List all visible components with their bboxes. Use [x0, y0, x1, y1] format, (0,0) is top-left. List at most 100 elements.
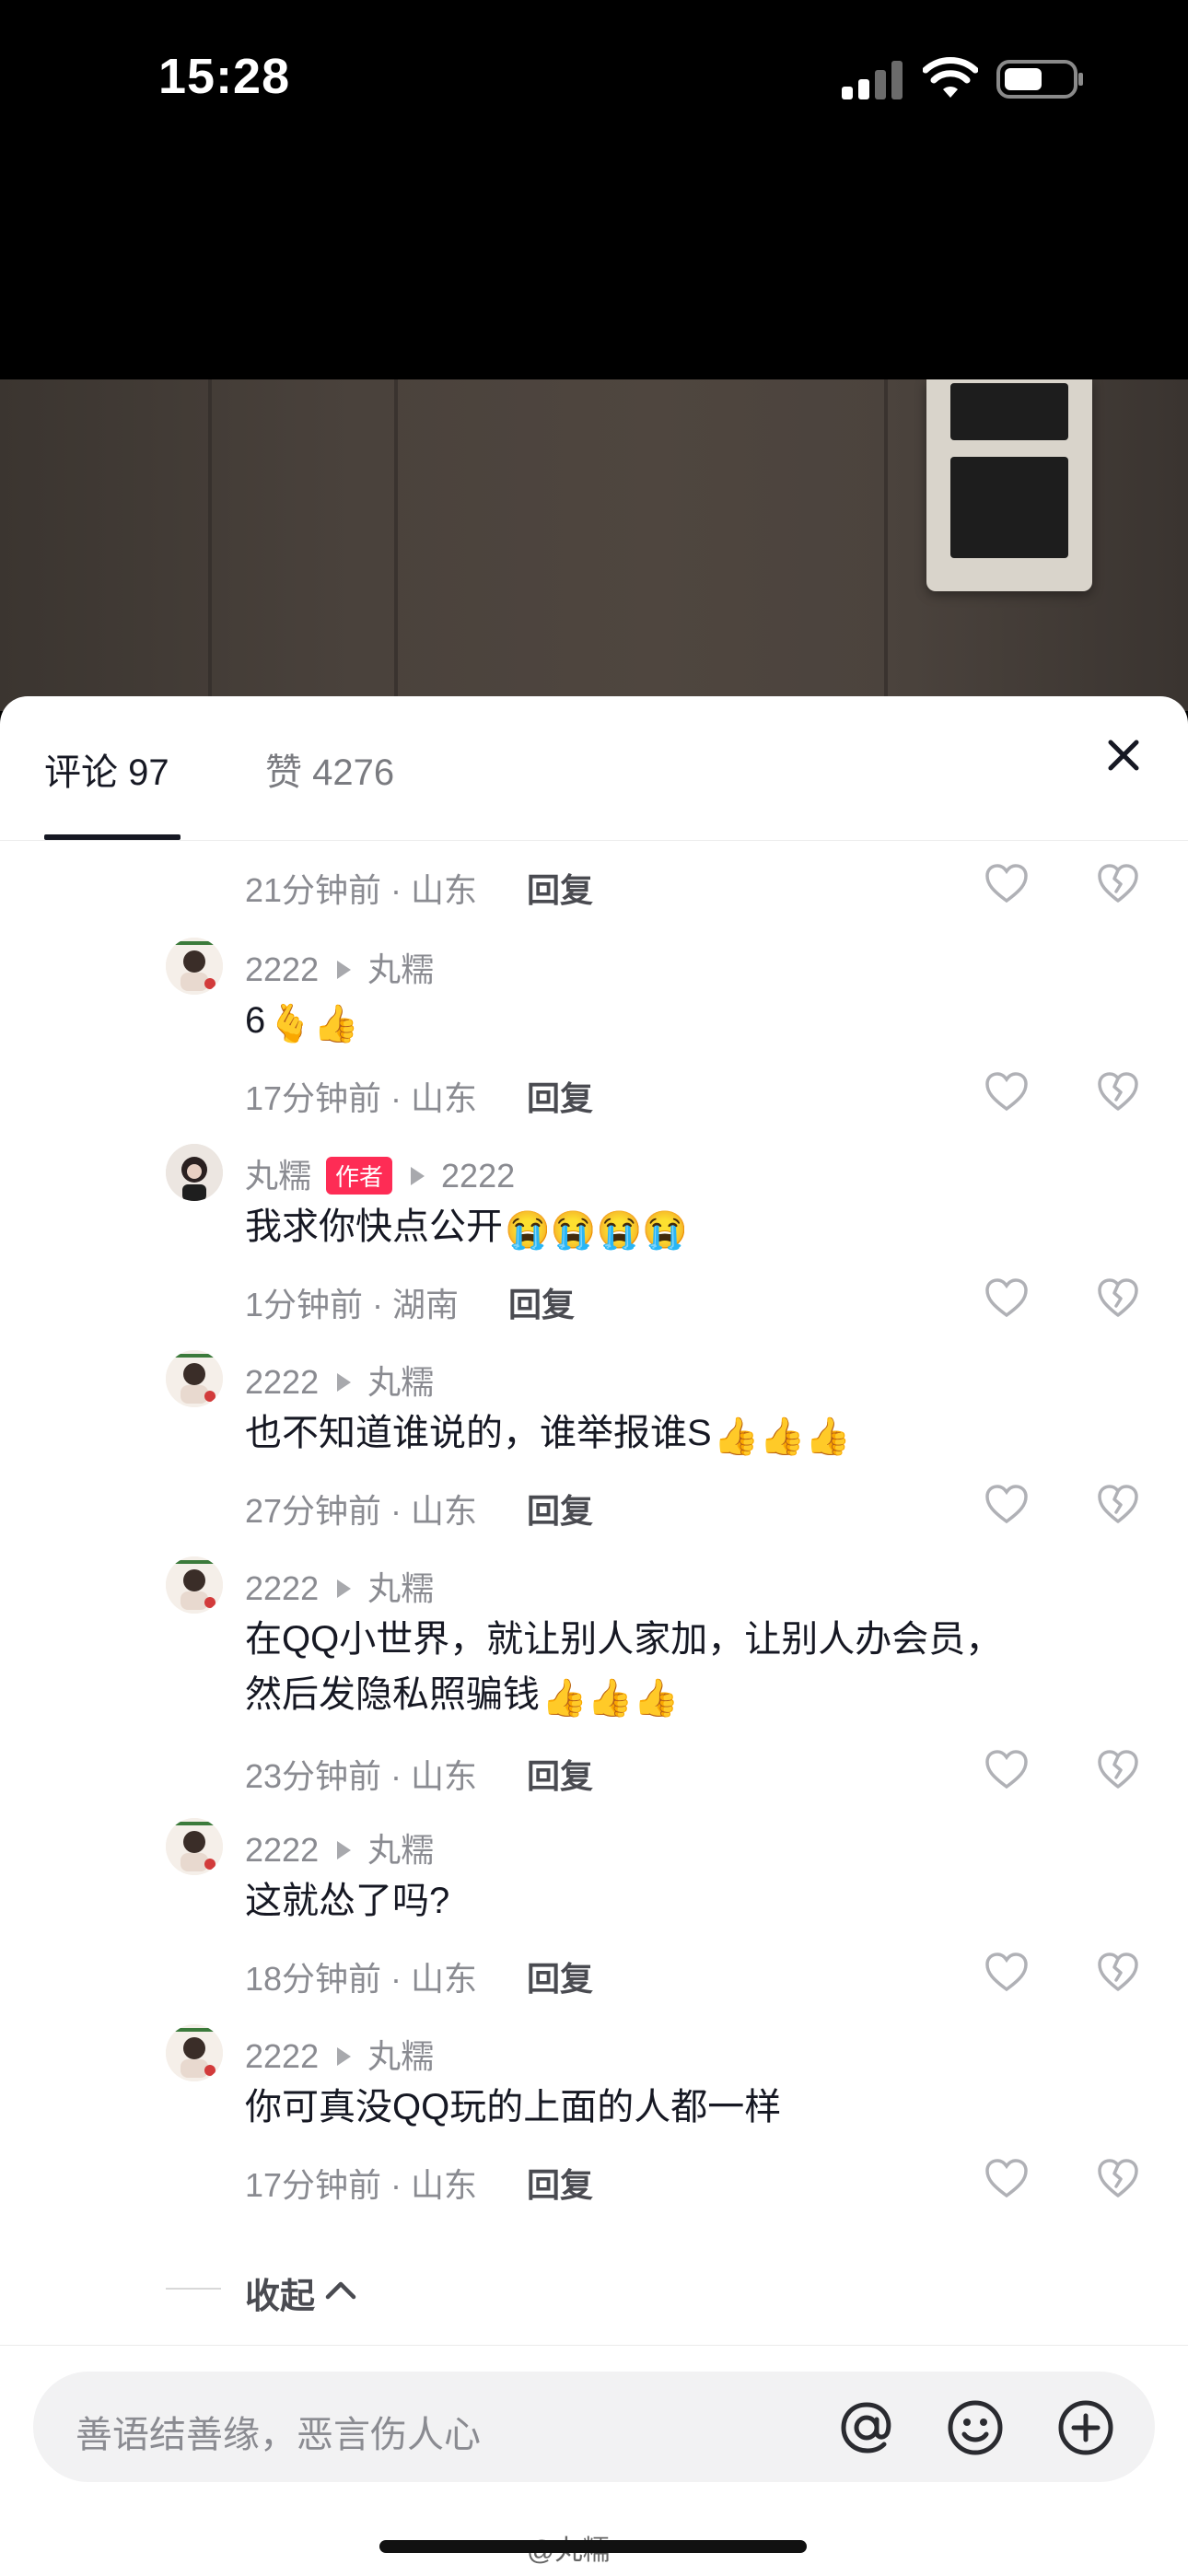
chevron-up-icon	[325, 2281, 356, 2300]
emoji-icon[interactable]	[945, 2397, 1006, 2458]
reply-to-username[interactable]: 丸糯	[367, 2037, 434, 2075]
user-avatar-icon	[166, 938, 223, 995]
comment-time-location: 17分钟前 · 山东	[245, 1079, 478, 1117]
comment-item: 2222 丸糯 你可真没QQ玩的上面的人都一样 17分钟前 · 山东 回复	[0, 2024, 1188, 2227]
comment-body: 也不知道谁说的，谁举报谁S	[245, 1413, 712, 1453]
comment-meta: 丸糯 作者 2222	[245, 1149, 515, 1197]
reply-button[interactable]: 回复	[527, 1952, 593, 2000]
heart-icon[interactable]	[984, 2157, 1030, 2199]
avatar[interactable]	[166, 2024, 223, 2081]
comment-time-location: 1分钟前 · 湖南	[245, 1286, 460, 1323]
broken-heart-icon[interactable]	[1096, 862, 1140, 904]
reply-button[interactable]: 回复	[527, 2159, 593, 2207]
broken-heart-icon[interactable]	[1096, 1748, 1140, 1790]
heart-icon[interactable]	[984, 1483, 1030, 1525]
wall-seam	[884, 379, 888, 711]
reply-button[interactable]: 回复	[527, 1750, 593, 1798]
avatar[interactable]	[166, 1350, 223, 1407]
switch-button	[950, 457, 1068, 558]
wall-seam	[208, 379, 212, 711]
heart-icon[interactable]	[984, 1070, 1030, 1113]
battery-icon	[996, 60, 1083, 99]
reply-arrow-icon	[411, 1167, 425, 1186]
broken-heart-icon[interactable]	[1096, 1276, 1140, 1319]
comment-text: 我求你快点公开😭😭😭😭	[245, 1199, 1111, 1254]
switch-button	[950, 383, 1068, 440]
comment-meta: 2222 丸糯	[245, 1562, 434, 1610]
user-avatar-icon	[166, 1818, 223, 1875]
heart-icon[interactable]	[984, 1276, 1030, 1319]
comment-footer: 1分钟前 · 湖南 回复	[245, 1278, 575, 1326]
cellular-signal-icon	[842, 61, 903, 99]
comment-meta: 2222 丸糯	[245, 2030, 434, 2078]
author-avatar-icon	[166, 1144, 223, 1201]
comment-sheet: 评论 97 赞 4276 21分钟前 · 山东 回复 2222 丸糯 6🫰👍 17分…	[0, 696, 1188, 2576]
comment-username[interactable]: 2222	[245, 2037, 319, 2075]
close-icon[interactable]	[1101, 733, 1146, 777]
reply-arrow-icon	[337, 1373, 352, 1393]
reply-arrow-icon	[337, 1579, 352, 1599]
user-avatar-icon	[166, 2024, 223, 2081]
broken-heart-icon[interactable]	[1096, 1951, 1140, 1993]
collapse-label: 收起	[245, 2278, 316, 2316]
reply-button[interactable]: 回复	[527, 1485, 593, 1533]
reply-button[interactable]: 回复	[527, 1072, 593, 1120]
comment-time-location: 21分钟前 · 山东	[245, 871, 478, 909]
home-indicator[interactable]	[379, 2540, 807, 2553]
user-avatar-icon	[166, 1350, 223, 1407]
comment-footer: 21分钟前 · 山东 回复	[245, 864, 593, 912]
comment-meta: 2222 丸糯	[245, 1824, 434, 1871]
reply-to-username[interactable]: 丸糯	[367, 1363, 434, 1401]
add-icon[interactable]	[1055, 2397, 1116, 2458]
emoji-group: 😭😭😭😭	[505, 1210, 689, 1251]
comment-text: 这就怂了吗?	[245, 1881, 450, 1921]
active-tab-indicator	[44, 834, 181, 840]
collapse-replies-button[interactable]: 收起	[166, 2264, 460, 2319]
tab-comments[interactable]: 评论 97	[44, 742, 169, 796]
heart-icon[interactable]	[984, 1748, 1030, 1790]
reply-button[interactable]: 回复	[527, 864, 593, 912]
avatar[interactable]	[166, 1556, 223, 1614]
status-bar: 15:28	[0, 0, 1188, 379]
emoji-group: 👍👍👍	[713, 1416, 852, 1457]
avatar[interactable]	[166, 938, 223, 995]
comment-input[interactable]: 善语结善缘，恶言伤人心	[33, 2372, 1155, 2482]
comment-item: 2222 丸糯 也不知道谁说的，谁举报谁S👍👍👍 27分钟前 · 山东 回复	[0, 1350, 1188, 1553]
broken-heart-icon[interactable]	[1096, 1070, 1140, 1113]
heart-icon[interactable]	[984, 1951, 1030, 1993]
broken-heart-icon[interactable]	[1096, 2157, 1140, 2199]
wall-seam	[394, 379, 398, 711]
comment-body: 然后发隐私照骗钱	[245, 1674, 540, 1715]
comment-username[interactable]: 2222	[245, 950, 319, 988]
comment-text: 也不知道谁说的，谁举报谁S👍👍👍	[245, 1405, 1111, 1461]
comment-text: 在QQ小世界，就让别人家加，让别人办会员， 然后发隐私照骗钱👍👍👍	[245, 1612, 1111, 1722]
comment-text: 你可真没QQ玩的上面的人都一样	[245, 2087, 782, 2127]
comment-footer: 18分钟前 · 山东 回复	[245, 1952, 593, 2000]
heart-icon[interactable]	[984, 862, 1030, 904]
comment-time-location: 18分钟前 · 山东	[245, 1960, 478, 1998]
comment-time-location: 17分钟前 · 山东	[245, 2166, 478, 2204]
comment-username[interactable]: 2222	[245, 1569, 319, 1607]
comment-username[interactable]: 丸糯	[245, 1157, 311, 1195]
comment-item: 2222 丸糯 这就怂了吗? 18分钟前 · 山东 回复	[0, 1818, 1188, 2021]
reply-to-username[interactable]: 丸糯	[367, 950, 434, 988]
comment-item: 2222 丸糯 6🫰👍 17分钟前 · 山东 回复	[0, 938, 1188, 1140]
comment-time-location: 23分钟前 · 山东	[245, 1757, 478, 1795]
comment-meta: 2222 丸糯	[245, 943, 434, 991]
emoji-group: 👍👍👍	[542, 1678, 680, 1719]
comment-body-line: 在QQ小世界，就让别人家加，让别人办会员，	[245, 1619, 1003, 1660]
reply-to-username[interactable]: 丸糯	[367, 1569, 434, 1607]
reply-button[interactable]: 回复	[508, 1278, 575, 1326]
reply-to-username[interactable]: 丸糯	[367, 1831, 434, 1869]
mention-icon[interactable]	[836, 2397, 897, 2458]
avatar[interactable]	[166, 1818, 223, 1875]
reply-arrow-icon	[337, 961, 352, 980]
broken-heart-icon[interactable]	[1096, 1483, 1140, 1525]
avatar[interactable]	[166, 1144, 223, 1201]
reply-to-username[interactable]: 2222	[441, 1157, 515, 1195]
tab-likes[interactable]: 赞 4276	[265, 742, 394, 796]
comment-username[interactable]: 2222	[245, 1363, 319, 1401]
comment-username[interactable]: 2222	[245, 1831, 319, 1869]
user-avatar-icon	[166, 1556, 223, 1614]
emoji-group: 🫰👍	[267, 1004, 359, 1044]
